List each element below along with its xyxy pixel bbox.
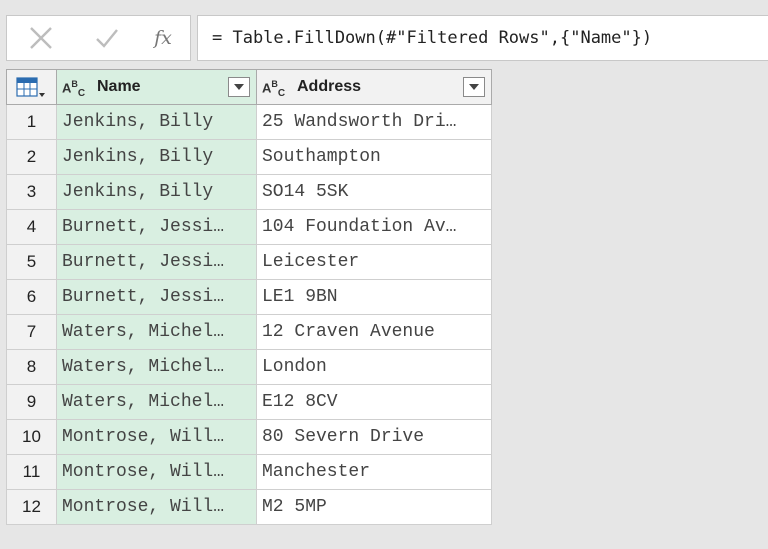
table-row[interactable]: 11 Montrose, Will… Manchester bbox=[6, 454, 492, 490]
text-type-icon[interactable]: ABC bbox=[62, 79, 85, 99]
name-cell[interactable]: Jenkins, Billy bbox=[56, 139, 257, 175]
row-number[interactable]: 1 bbox=[6, 104, 57, 140]
formula-input[interactable]: = Table.FillDown(#"Filtered Rows",{"Name… bbox=[197, 15, 768, 61]
table-row[interactable]: 8 Waters, Michel… London bbox=[6, 349, 492, 385]
address-cell[interactable]: 80 Severn Drive bbox=[256, 419, 492, 455]
address-cell[interactable]: M2 5MP bbox=[256, 489, 492, 525]
row-number[interactable]: 9 bbox=[6, 384, 57, 420]
row-number[interactable]: 11 bbox=[6, 454, 57, 490]
address-cell[interactable]: LE1 9BN bbox=[256, 279, 492, 315]
address-cell[interactable]: Southampton bbox=[256, 139, 492, 175]
name-cell[interactable]: Jenkins, Billy bbox=[56, 174, 257, 210]
name-cell[interactable]: Waters, Michel… bbox=[56, 384, 257, 420]
table-row[interactable]: 10 Montrose, Will… 80 Severn Drive bbox=[6, 419, 492, 455]
formula-bar: fx = Table.FillDown(#"Filtered Rows",{"N… bbox=[0, 0, 768, 68]
close-icon bbox=[30, 27, 52, 49]
address-cell[interactable]: 25 Wandsworth Dri… bbox=[256, 104, 492, 140]
column-header-name[interactable]: ABC Name bbox=[56, 69, 257, 105]
address-cell[interactable]: 12 Craven Avenue bbox=[256, 314, 492, 350]
table-icon bbox=[16, 77, 45, 97]
column-label: Address bbox=[297, 78, 362, 95]
address-cell[interactable]: London bbox=[256, 349, 492, 385]
table-row[interactable]: 2 Jenkins, Billy Southampton bbox=[6, 139, 492, 175]
address-cell[interactable]: Manchester bbox=[256, 454, 492, 490]
table-row[interactable]: 4 Burnett, Jessi… 104 Foundation Av… bbox=[6, 209, 492, 245]
table-menu-button[interactable] bbox=[6, 69, 57, 105]
data-grid: ABC Name ABC Address 1 Jenkins, Billy 25 W… bbox=[6, 69, 492, 525]
row-number[interactable]: 7 bbox=[6, 314, 57, 350]
address-cell[interactable]: 104 Foundation Av… bbox=[256, 209, 492, 245]
name-cell[interactable]: Montrose, Will… bbox=[56, 489, 257, 525]
table-row[interactable]: 7 Waters, Michel… 12 Craven Avenue bbox=[6, 314, 492, 350]
table-row[interactable]: 3 Jenkins, Billy SO14 5SK bbox=[6, 174, 492, 210]
row-number[interactable]: 2 bbox=[6, 139, 57, 175]
name-cell[interactable]: Montrose, Will… bbox=[56, 419, 257, 455]
chevron-down-icon bbox=[469, 84, 479, 90]
table-row[interactable]: 5 Burnett, Jessi… Leicester bbox=[6, 244, 492, 280]
column-label: Name bbox=[97, 78, 141, 95]
name-cell[interactable]: Burnett, Jessi… bbox=[56, 209, 257, 245]
name-cell[interactable]: Montrose, Will… bbox=[56, 454, 257, 490]
row-number[interactable]: 5 bbox=[6, 244, 57, 280]
text-type-icon[interactable]: ABC bbox=[262, 79, 285, 99]
filter-dropdown-button[interactable] bbox=[463, 77, 485, 97]
name-cell[interactable]: Waters, Michel… bbox=[56, 314, 257, 350]
address-cell[interactable]: SO14 5SK bbox=[256, 174, 492, 210]
name-cell[interactable]: Burnett, Jessi… bbox=[56, 279, 257, 315]
row-number[interactable]: 3 bbox=[6, 174, 57, 210]
row-number[interactable]: 4 bbox=[6, 209, 57, 245]
chevron-down-icon bbox=[234, 84, 244, 90]
address-cell[interactable]: E12 8CV bbox=[256, 384, 492, 420]
row-number[interactable]: 6 bbox=[6, 279, 57, 315]
table-row[interactable]: 1 Jenkins, Billy 25 Wandsworth Dri… bbox=[6, 104, 492, 140]
row-number[interactable]: 8 bbox=[6, 349, 57, 385]
checkmark-icon bbox=[96, 29, 118, 48]
column-header-address[interactable]: ABC Address bbox=[256, 69, 492, 105]
commit-button[interactable] bbox=[87, 16, 127, 60]
table-row[interactable]: 9 Waters, Michel… E12 8CV bbox=[6, 384, 492, 420]
insert-function-button[interactable]: fx bbox=[143, 16, 183, 60]
table-row[interactable]: 6 Burnett, Jessi… LE1 9BN bbox=[6, 279, 492, 315]
row-number[interactable]: 10 bbox=[6, 419, 57, 455]
name-cell[interactable]: Jenkins, Billy bbox=[56, 104, 257, 140]
name-cell[interactable]: Waters, Michel… bbox=[56, 349, 257, 385]
filter-dropdown-button[interactable] bbox=[228, 77, 250, 97]
cancel-button[interactable] bbox=[21, 16, 61, 60]
name-cell[interactable]: Burnett, Jessi… bbox=[56, 244, 257, 280]
formula-buttons: fx bbox=[6, 15, 191, 61]
row-number[interactable]: 12 bbox=[6, 489, 57, 525]
table-row[interactable]: 12 Montrose, Will… M2 5MP bbox=[6, 489, 492, 525]
address-cell[interactable]: Leicester bbox=[256, 244, 492, 280]
